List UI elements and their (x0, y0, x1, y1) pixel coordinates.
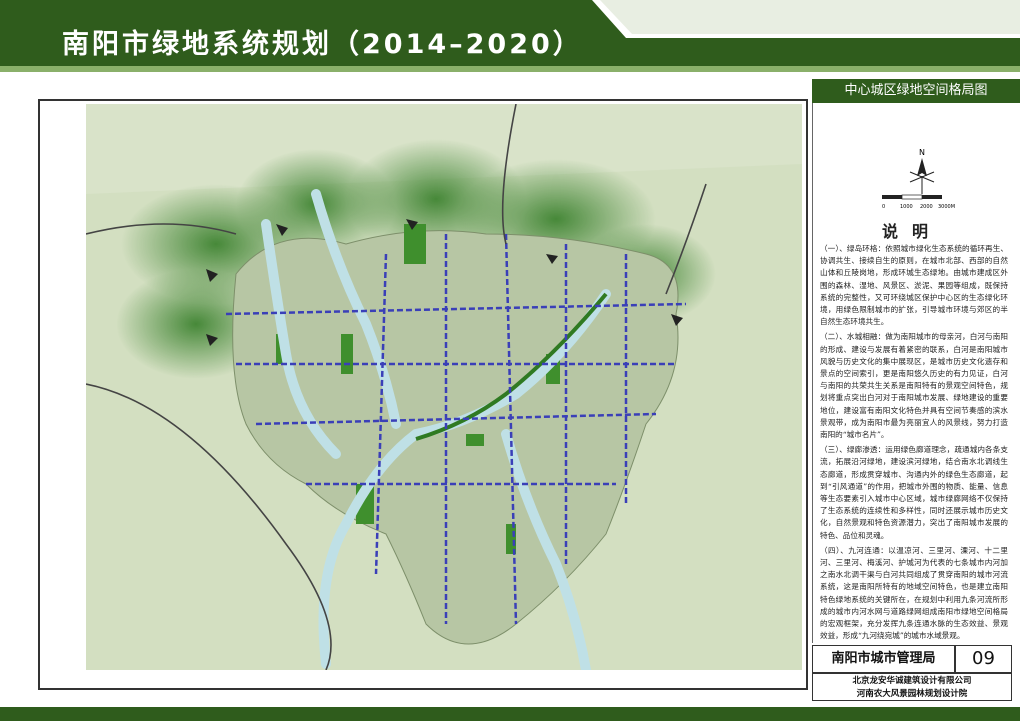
description-paragraph: （一）、绿岛环格：依照城市绿化生态系统的循环再生、协调共生、接续自生的原则，在城… (820, 244, 1008, 327)
map-subtitle: 中心城区绿地空间格局图 (812, 79, 1020, 103)
legend-title: 说明 (881, 222, 942, 241)
designer-2: 河南农大风景园林规划设计院 (856, 688, 968, 699)
description-paragraph: （四）、九河连通：以温凉河、三里河、溧河、十二里河、三里河、梅溪河、护城河为代表… (820, 545, 1008, 641)
scale-label: 2000 (920, 204, 933, 210)
designer-credits: 北京龙安华诚建筑设计有限公司 河南农大风景园林规划设计院 (812, 673, 1012, 701)
page-number: 09 (955, 645, 1012, 673)
footer-strip (0, 707, 1020, 721)
scale-bar: 0 1000 2000 3000M (882, 194, 955, 210)
green-space-map (86, 104, 802, 670)
description-paragraph: （三）、绿廊渗透：运用绿色廊道理念，疏通城内各条支流，拓展沿河绿地，建设滨河绿地… (820, 445, 1008, 540)
description-paragraph: （二）、水城相融：做为南阳城市的母亲河，白河与南阳的形成、建设与发展有着紧密的联… (820, 332, 1008, 440)
scale-label: 1000 (900, 204, 913, 210)
north-arrow-icon: N (909, 148, 935, 194)
authority-label: 南阳市城市管理局 (812, 645, 955, 673)
scale-label: 3000M (938, 204, 955, 210)
svg-text:N: N (919, 148, 925, 157)
designer-1: 北京龙安华诚建筑设计有限公司 (852, 676, 972, 686)
description-text: （一）、绿岛环格：依照城市绿化生态系统的循环再生、协调共生、接续自生的原则，在城… (820, 243, 1008, 646)
page-title: 南阳市绿地系统规划（2014–2020） (62, 29, 583, 60)
scale-label: 0 (882, 204, 885, 210)
